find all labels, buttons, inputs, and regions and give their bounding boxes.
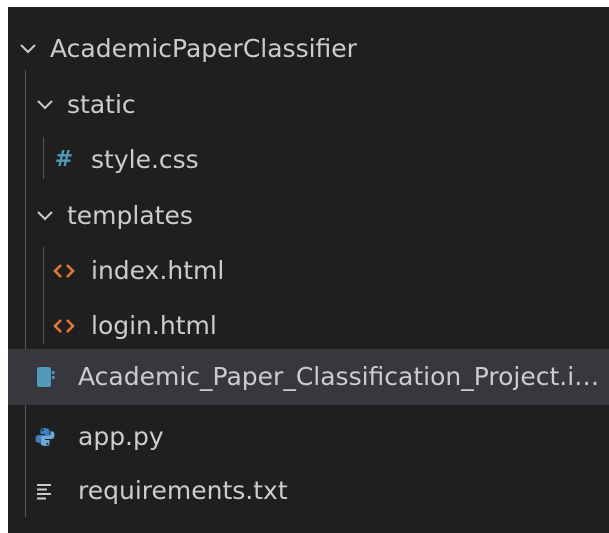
html-brackets-icon: [52, 316, 76, 336]
tree-item-file-login-html[interactable]: login.html: [8, 304, 609, 348]
python-icon: [34, 426, 56, 448]
tree-item-label: index.html: [91, 256, 225, 285]
tree-item-label: login.html: [91, 311, 217, 340]
chevron-down-icon: [18, 39, 38, 59]
tree-item-label: app.py: [78, 422, 164, 451]
file-explorer-tree: AcademicPaperClassifier static # style.c…: [8, 7, 609, 533]
notebook-icon: [34, 365, 56, 389]
html-brackets-icon: [52, 261, 76, 281]
text-lines-icon: [34, 481, 54, 501]
tree-item-file-requirements-txt[interactable]: requirements.txt: [8, 469, 609, 513]
tree-item-file-app-py[interactable]: app.py: [8, 415, 609, 459]
chevron-down-icon: [35, 95, 55, 115]
tree-item-label: static: [67, 90, 136, 119]
tree-item-label: AcademicPaperClassifier: [50, 34, 357, 63]
tree-item-file-style-css[interactable]: # style.css: [8, 138, 609, 182]
tree-item-file-index-html[interactable]: index.html: [8, 249, 609, 293]
tree-item-label: requirements.txt: [78, 476, 288, 505]
tree-item-folder-templates[interactable]: templates: [8, 194, 609, 238]
tree-item-label: templates: [67, 201, 193, 230]
tree-item-label: style.css: [91, 145, 199, 174]
chevron-down-icon: [35, 206, 55, 226]
tree-item-root-folder[interactable]: AcademicPaperClassifier: [8, 27, 609, 71]
tree-item-folder-static[interactable]: static: [8, 83, 609, 127]
tree-item-label: Academic_Paper_Classification_Project.ip…: [78, 362, 603, 391]
tree-item-file-notebook[interactable]: Academic_Paper_Classification_Project.ip…: [8, 349, 609, 405]
hash-icon: #: [54, 147, 74, 172]
